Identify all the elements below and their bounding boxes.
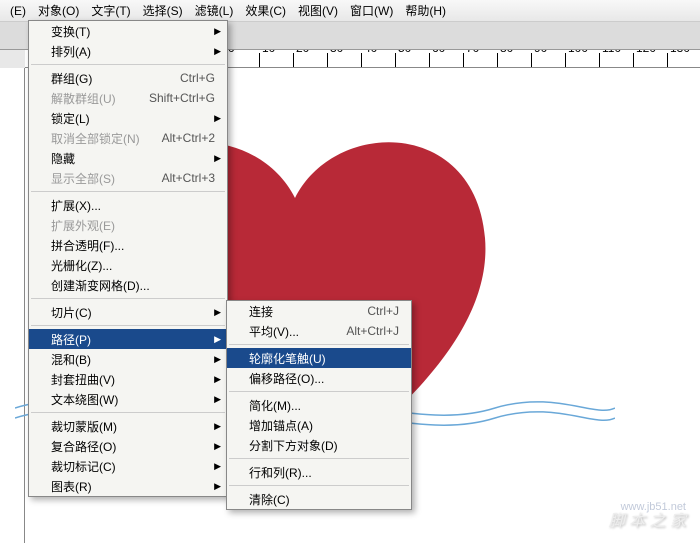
path-submenu-item-1[interactable]: 平均(V)...Alt+Ctrl+J (227, 321, 411, 341)
object-menu-item-7[interactable]: 隐藏▶ (29, 148, 227, 168)
path-submenu-dropdown: 连接Ctrl+J平均(V)...Alt+Ctrl+J轮廓化笔触(U)偏移路径(O… (226, 300, 412, 510)
object-menu-item-3[interactable]: 群组(G)Ctrl+G (29, 68, 227, 88)
object-menu-item-12[interactable]: 拼合透明(F)... (29, 235, 227, 255)
submenu-arrow-icon: ▶ (214, 354, 221, 365)
shortcut-text: Ctrl+G (180, 71, 215, 85)
object-menu-item-0[interactable]: 变换(T)▶ (29, 21, 227, 41)
submenu-arrow-icon: ▶ (214, 46, 221, 57)
object-menu-item-4: 解散群组(U)Shift+Ctrl+G (29, 88, 227, 108)
menu-object[interactable]: 对象(O) (32, 0, 85, 22)
submenu-arrow-icon: ▶ (214, 421, 221, 432)
object-menu-label: 变换(T) (51, 23, 219, 40)
shortcut-text: Shift+Ctrl+G (149, 91, 215, 105)
path-submenu-label: 平均(V)... (249, 323, 346, 340)
menu-view[interactable]: 视图(V) (292, 0, 344, 22)
object-menu-item-6: 取消全部锁定(N)Alt+Ctrl+2 (29, 128, 227, 148)
path-submenu-label: 轮廓化笔触(U) (249, 350, 403, 367)
menu-help[interactable]: 帮助(H) (399, 0, 452, 22)
path-submenu-item-12[interactable]: 清除(C) (227, 489, 411, 509)
object-menu-item-13[interactable]: 光栅化(Z)... (29, 255, 227, 275)
ruler-vertical (0, 68, 25, 543)
object-menu-item-5[interactable]: 锁定(L)▶ (29, 108, 227, 128)
object-menu-label: 显示全部(S) (51, 170, 162, 187)
object-menu-label: 锁定(L) (51, 110, 219, 127)
menu-window[interactable]: 窗口(W) (344, 0, 399, 22)
shortcut-text: Ctrl+J (367, 304, 399, 318)
object-menu-label: 排列(A) (51, 43, 219, 60)
menu-type[interactable]: 文字(T) (85, 0, 136, 22)
object-menu-item-24[interactable]: 复合路径(O)▶ (29, 436, 227, 456)
object-menu-label: 解散群组(U) (51, 90, 149, 107)
object-menu-item-18[interactable]: 路径(P)▶ (29, 329, 227, 349)
object-menu-label: 封套扭曲(V) (51, 371, 219, 388)
object-menu-label: 光栅化(Z)... (51, 257, 219, 274)
object-menu-item-10[interactable]: 扩展(X)... (29, 195, 227, 215)
path-submenu-label: 连接 (249, 303, 367, 320)
submenu-arrow-icon: ▶ (214, 481, 221, 492)
object-menu-label: 群组(G) (51, 70, 180, 87)
object-menu-label: 裁切蒙版(M) (51, 418, 219, 435)
path-submenu-item-6[interactable]: 简化(M)... (227, 395, 411, 415)
submenu-arrow-icon: ▶ (214, 334, 221, 345)
menu-filter[interactable]: 滤镜(L) (189, 0, 240, 22)
submenu-arrow-icon: ▶ (214, 461, 221, 472)
path-submenu-label: 偏移路径(O)... (249, 370, 403, 387)
object-menu-item-11: 扩展外观(E) (29, 215, 227, 235)
object-menu-item-23[interactable]: 裁切蒙版(M)▶ (29, 416, 227, 436)
menubar: (E) 对象(O) 文字(T) 选择(S) 滤镜(L) 效果(C) 视图(V) … (0, 0, 700, 22)
path-submenu-item-7[interactable]: 增加锚点(A) (227, 415, 411, 435)
object-menu-label: 扩展外观(E) (51, 217, 219, 234)
object-menu-label: 取消全部锁定(N) (51, 130, 162, 147)
object-menu-label: 切片(C) (51, 304, 219, 321)
object-menu-label: 图表(R) (51, 478, 219, 495)
object-menu-item-1[interactable]: 排列(A)▶ (29, 41, 227, 61)
path-submenu-label: 增加锚点(A) (249, 417, 403, 434)
object-menu-item-8: 显示全部(S)Alt+Ctrl+3 (29, 168, 227, 188)
object-menu-item-14[interactable]: 创建渐变网格(D)... (29, 275, 227, 295)
submenu-arrow-icon: ▶ (214, 394, 221, 405)
submenu-arrow-icon: ▶ (214, 307, 221, 318)
object-menu-label: 裁切标记(C) (51, 458, 219, 475)
object-menu-label: 复合路径(O) (51, 438, 219, 455)
path-submenu-label: 分割下方对象(D) (249, 437, 403, 454)
shortcut-text: Alt+Ctrl+J (346, 324, 399, 338)
path-submenu-label: 简化(M)... (249, 397, 403, 414)
path-submenu-item-4[interactable]: 偏移路径(O)... (227, 368, 411, 388)
submenu-arrow-icon: ▶ (214, 113, 221, 124)
submenu-arrow-icon: ▶ (214, 153, 221, 164)
object-menu-label: 混和(B) (51, 351, 219, 368)
object-menu-label: 文本绕图(W) (51, 391, 219, 408)
path-submenu-item-0[interactable]: 连接Ctrl+J (227, 301, 411, 321)
object-menu-label: 拼合透明(F)... (51, 237, 219, 254)
object-menu-item-25[interactable]: 裁切标记(C)▶ (29, 456, 227, 476)
submenu-arrow-icon: ▶ (214, 374, 221, 385)
menu-effect[interactable]: 效果(C) (239, 0, 292, 22)
shortcut-text: Alt+Ctrl+3 (162, 171, 215, 185)
object-menu-dropdown: 变换(T)▶排列(A)▶群组(G)Ctrl+G解散群组(U)Shift+Ctrl… (28, 20, 228, 497)
object-menu-item-20[interactable]: 封套扭曲(V)▶ (29, 369, 227, 389)
submenu-arrow-icon: ▶ (214, 441, 221, 452)
object-menu-label: 创建渐变网格(D)... (51, 277, 219, 294)
path-submenu-item-10[interactable]: 行和列(R)... (227, 462, 411, 482)
object-menu-item-19[interactable]: 混和(B)▶ (29, 349, 227, 369)
submenu-arrow-icon: ▶ (214, 26, 221, 37)
menu-select[interactable]: 选择(S) (137, 0, 189, 22)
object-menu-label: 路径(P) (51, 331, 219, 348)
menu-edit[interactable]: (E) (4, 1, 32, 21)
object-menu-item-26[interactable]: 图表(R)▶ (29, 476, 227, 496)
shortcut-text: Alt+Ctrl+2 (162, 131, 215, 145)
object-menu-item-16[interactable]: 切片(C)▶ (29, 302, 227, 322)
watermark-text: 脚 本 之 家 (609, 507, 686, 531)
object-menu-label: 扩展(X)... (51, 197, 219, 214)
path-submenu-label: 清除(C) (249, 491, 403, 508)
path-submenu-item-3[interactable]: 轮廓化笔触(U) (227, 348, 411, 368)
path-submenu-label: 行和列(R)... (249, 464, 403, 481)
object-menu-item-21[interactable]: 文本绕图(W)▶ (29, 389, 227, 409)
object-menu-label: 隐藏 (51, 150, 219, 167)
path-submenu-item-8[interactable]: 分割下方对象(D) (227, 435, 411, 455)
